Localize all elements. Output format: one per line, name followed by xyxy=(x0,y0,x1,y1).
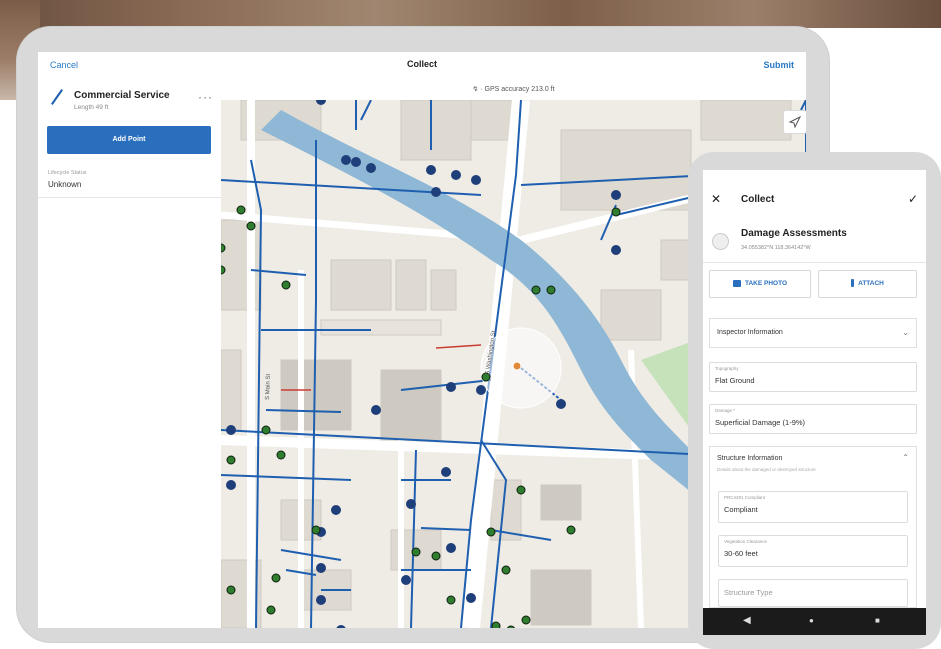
feature-length: Length 49 ft xyxy=(74,104,109,111)
android-nav-bar: ◀ ● ■ xyxy=(703,608,926,635)
back-icon[interactable]: ◀ xyxy=(743,615,751,626)
field-value: 30-60 feet xyxy=(724,549,758,558)
lifecycle-status-label: Lifecycle Status xyxy=(48,170,87,176)
locate-button[interactable] xyxy=(783,110,806,134)
field-label: PRC4291 Compliant xyxy=(724,495,766,500)
layer-avatar xyxy=(712,233,729,250)
phone-header: ✕ Collect ✓ xyxy=(703,170,926,225)
close-icon[interactable]: ✕ xyxy=(711,192,721,206)
field-placeholder: Structure Type xyxy=(724,588,773,597)
camera-icon xyxy=(732,279,741,287)
field-label: Damage * xyxy=(715,408,736,413)
field-value: Superficial Damage (1-9%) xyxy=(715,418,806,427)
add-point-button[interactable]: Add Point xyxy=(47,126,211,154)
field-value: Compliant xyxy=(724,505,758,514)
page-title: Collect xyxy=(406,59,437,69)
vegetation-clearance-field[interactable]: Vegetation Clearance 30-60 feet xyxy=(718,535,908,567)
location-arrow-icon xyxy=(788,115,802,129)
chevron-up-icon[interactable]: ⌃ xyxy=(902,453,909,462)
prc-compliant-field[interactable]: PRC4291 Compliant Compliant xyxy=(718,491,908,523)
attach-label: ATTACH xyxy=(858,280,884,287)
home-icon[interactable]: ● xyxy=(809,616,814,625)
field-label: Topography xyxy=(715,366,739,371)
section-title[interactable]: Structure Information xyxy=(717,455,782,462)
coordinates: 34.055382°N 118.364142°W xyxy=(741,245,811,251)
check-icon[interactable]: ✓ xyxy=(908,192,918,206)
paperclip-icon xyxy=(851,279,855,288)
feature-panel: Commercial Service Length 49 ft ··· Add … xyxy=(38,80,222,628)
take-photo-label: TAKE PHOTO xyxy=(744,280,787,287)
phone-title: Collect xyxy=(741,194,775,205)
take-photo-button[interactable]: TAKE PHOTO xyxy=(709,270,811,298)
divider xyxy=(703,262,926,263)
topography-field[interactable]: Topography Flat Ground xyxy=(709,362,917,392)
field-label: Vegetation Clearance xyxy=(724,539,768,544)
field-value: Flat Ground xyxy=(715,376,755,385)
damage-field[interactable]: Damage * Superficial Damage (1-9%) xyxy=(709,404,917,434)
section-title: Inspector Information xyxy=(717,329,783,336)
chevron-down-icon: ⌄ xyxy=(902,328,909,337)
attach-button[interactable]: ATTACH xyxy=(818,270,917,298)
more-icon[interactable]: ··· xyxy=(198,90,213,104)
structure-section: Structure Information ⌃ Details about th… xyxy=(709,446,917,608)
recents-icon[interactable]: ■ xyxy=(875,616,880,625)
phone-screen: ✕ Collect ✓ Damage Assessments 34.055382… xyxy=(703,170,926,635)
rock-texture xyxy=(0,0,941,28)
inspector-section[interactable]: Inspector Information ⌄ xyxy=(709,318,917,348)
divider xyxy=(38,197,221,198)
line-feature-icon xyxy=(51,89,63,105)
submit-button[interactable]: Submit xyxy=(764,60,795,70)
structure-type-field[interactable]: Structure Type xyxy=(718,579,908,607)
gps-location-dot xyxy=(512,361,522,371)
layer-title: Damage Assessments xyxy=(741,228,847,239)
section-hint: Details about the damaged or destroyed s… xyxy=(717,467,816,472)
top-bar: Cancel Collect Submit xyxy=(38,52,806,81)
gps-accuracy-bar: ↯ · GPS accuracy 213.0 ft xyxy=(221,80,806,101)
street-label-main: S Main St xyxy=(265,374,272,401)
lifecycle-status-field[interactable]: Unknown xyxy=(48,180,81,189)
feature-title: Commercial Service xyxy=(74,90,170,101)
